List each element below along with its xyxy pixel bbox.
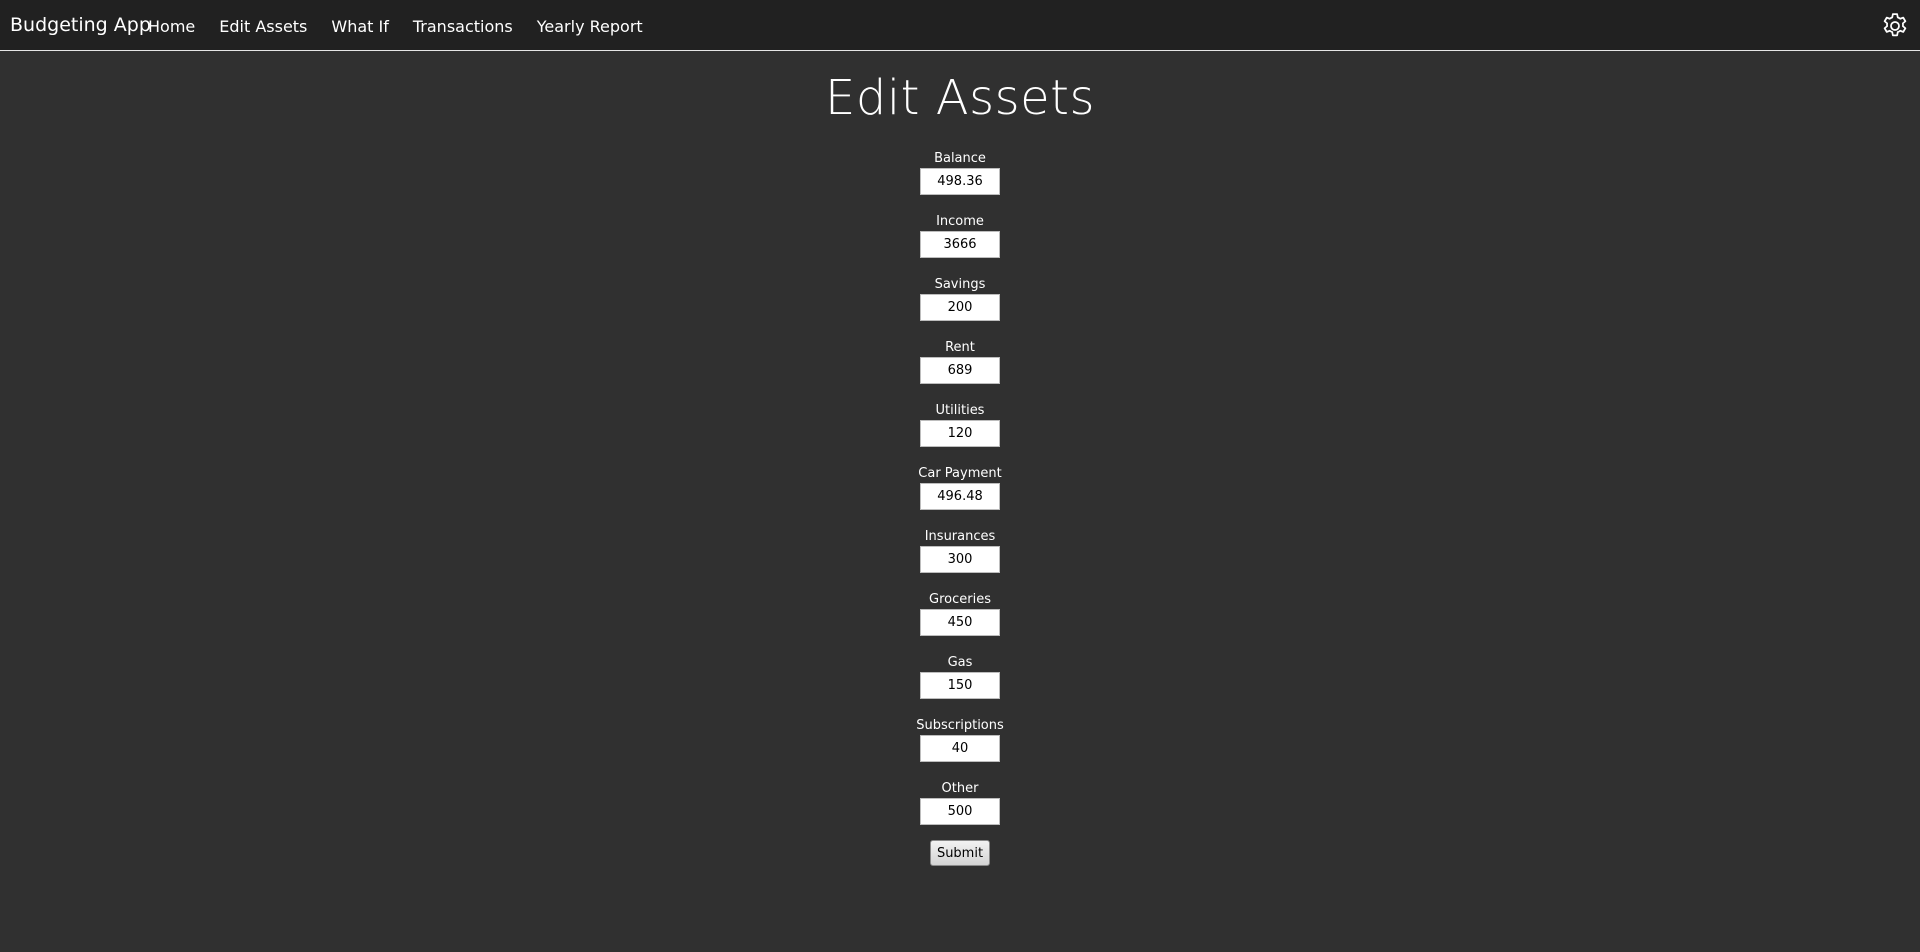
car-payment-input[interactable] — [920, 483, 1000, 510]
field-groceries: Groceries — [920, 591, 1000, 654]
field-income: Income — [920, 213, 1000, 276]
balance-label: Balance — [934, 151, 986, 166]
field-rent: Rent — [920, 339, 1000, 402]
field-car-payment: Car Payment — [918, 465, 1002, 528]
rent-input[interactable] — [920, 357, 1000, 384]
nav-link-transactions[interactable]: Transactions — [413, 17, 513, 36]
gas-label: Gas — [947, 655, 973, 670]
utilities-input[interactable] — [920, 420, 1000, 447]
other-input[interactable] — [920, 798, 1000, 825]
insurances-input[interactable] — [920, 546, 1000, 573]
balance-input[interactable] — [920, 168, 1000, 195]
brand-link[interactable]: Budgeting App — [10, 14, 151, 36]
utilities-label: Utilities — [935, 403, 985, 418]
gear-icon[interactable] — [1880, 11, 1910, 41]
field-other: Other — [920, 780, 1000, 843]
submit-button[interactable]: Submit — [929, 840, 991, 866]
field-utilities: Utilities — [920, 402, 1000, 465]
nav-link-home[interactable]: Home — [148, 17, 195, 36]
income-input[interactable] — [920, 231, 1000, 258]
groceries-label: Groceries — [929, 592, 991, 607]
edit-assets-form: Balance Income Savings Rent Utilities Ca… — [880, 150, 1040, 866]
page-title: Edit Assets — [825, 70, 1095, 126]
car-payment-label: Car Payment — [918, 466, 1002, 481]
field-insurances: Insurances — [920, 528, 1000, 591]
field-savings: Savings — [920, 276, 1000, 339]
field-balance: Balance — [920, 150, 1000, 213]
gas-input[interactable] — [920, 672, 1000, 699]
savings-label: Savings — [934, 277, 986, 292]
savings-input[interactable] — [920, 294, 1000, 321]
field-gas: Gas — [920, 654, 1000, 717]
other-label: Other — [941, 781, 979, 796]
rent-label: Rent — [945, 340, 975, 355]
nav-links: Home Edit Assets What If Transactions Ye… — [148, 17, 667, 36]
nav-link-yearly-report[interactable]: Yearly Report — [537, 17, 643, 36]
income-label: Income — [936, 214, 984, 229]
field-subscriptions: Subscriptions — [916, 717, 1004, 780]
subscriptions-label: Subscriptions — [916, 718, 1004, 733]
nav-link-what-if[interactable]: What If — [331, 17, 388, 36]
nav-link-edit-assets[interactable]: Edit Assets — [219, 17, 307, 36]
top-navbar: Budgeting App Home Edit Assets What If T… — [0, 0, 1920, 51]
groceries-input[interactable] — [920, 609, 1000, 636]
subscriptions-input[interactable] — [919, 735, 1000, 762]
insurances-label: Insurances — [924, 529, 996, 544]
